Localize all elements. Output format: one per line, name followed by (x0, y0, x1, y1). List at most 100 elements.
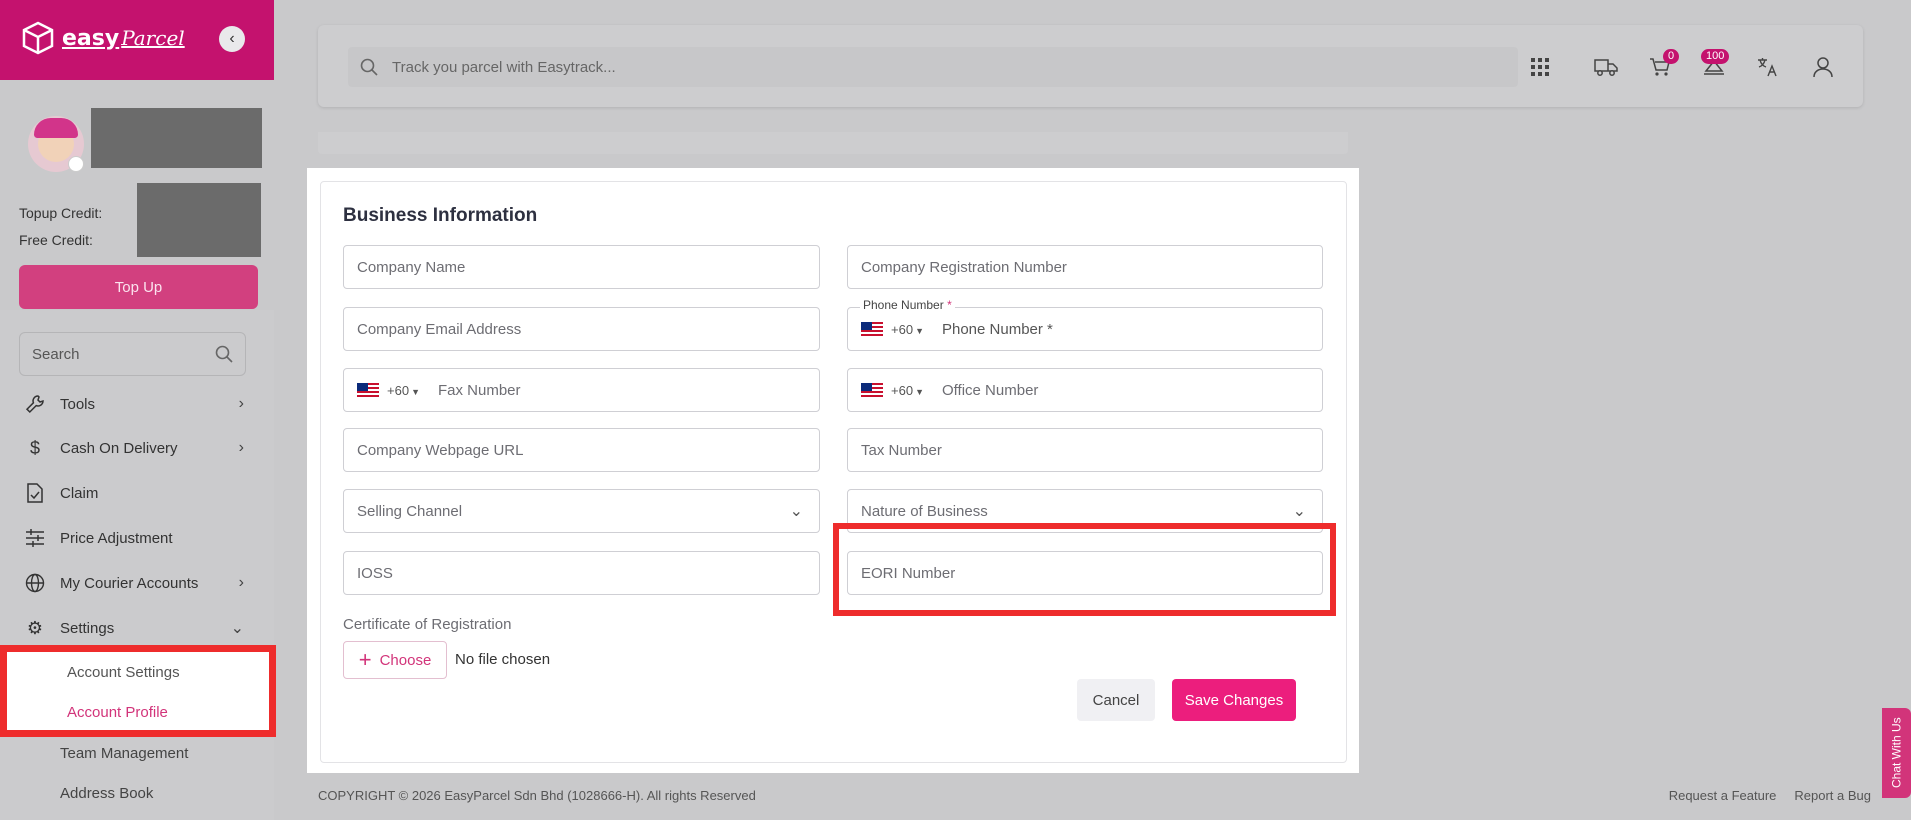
office-number-input[interactable]: +60 ▼ Office Number (847, 368, 1323, 412)
country-code-select[interactable]: +60 ▼ (891, 383, 924, 398)
malaysia-flag-icon (861, 322, 883, 336)
sidebar-header: easy Parcel ‹ (0, 0, 274, 80)
chevron-left-icon: ‹ (229, 30, 235, 47)
collapse-sidebar-button[interactable]: ‹ (219, 26, 245, 52)
avatar-hat (34, 118, 78, 138)
sidebar-item-account-settings[interactable]: Account Settings (67, 664, 180, 681)
collapsed-section-strip (318, 132, 1348, 154)
sidebar-item-label: Tools (60, 395, 96, 413)
caret-down-icon: ▼ (411, 386, 420, 397)
company-webpage-input[interactable]: Company Webpage URL (343, 428, 820, 472)
chevron-down-icon: ⌄ (230, 620, 244, 637)
choose-file-label: Choose (379, 651, 432, 669)
brand-name: easy (62, 25, 120, 51)
request-feature-link[interactable]: Request a Feature (1669, 788, 1777, 803)
cube-logo-icon (22, 21, 54, 55)
sidebar-item-claim[interactable]: Claim (0, 473, 274, 513)
company-email-input[interactable]: Company Email Address (343, 307, 820, 351)
country-code-select[interactable]: +60 ▼ (891, 322, 924, 337)
tax-number-input[interactable]: Tax Number (847, 428, 1323, 472)
search-icon (215, 345, 233, 363)
footer-links: Request a Feature Report a Bug (1669, 788, 1871, 803)
country-code-select[interactable]: +60 ▼ (387, 383, 420, 398)
fax-number-input[interactable]: +60 ▼ Fax Number (343, 368, 820, 412)
selling-channel-select[interactable]: Selling Channel ⌄ (343, 489, 820, 533)
chevron-right-icon: › (238, 439, 244, 456)
ioss-placeholder: IOSS (357, 564, 393, 582)
selling-channel-placeholder: Selling Channel (357, 502, 463, 520)
chevron-down-icon: ⌄ (1292, 503, 1306, 520)
company-registration-input[interactable]: Company Registration Number (847, 245, 1323, 289)
track-search-placeholder: Track you parcel with Easytrack... (392, 58, 616, 76)
sidebar-item-my-courier-accounts[interactable]: My Courier Accounts › (0, 563, 274, 603)
notification-badge: 100 (1701, 49, 1730, 64)
wrench-icon (24, 393, 46, 415)
plus-icon: + (358, 647, 372, 672)
sidebar-item-account-profile[interactable]: Account Profile (67, 704, 168, 721)
chevron-right-icon: › (238, 395, 244, 412)
report-bug-link[interactable]: Report a Bug (1794, 788, 1871, 803)
sidebar-item-label: Settings (60, 619, 115, 637)
file-status-text: No file chosen (455, 651, 551, 668)
track-search-input[interactable]: Track you parcel with Easytrack... (348, 47, 1518, 87)
phone-number-label: Phone Number * (860, 298, 955, 312)
sidebar-item-label: Claim (60, 484, 99, 502)
topup-credit-label: Topup Credit: (19, 205, 103, 221)
gear-icon: ⚙ (26, 617, 44, 638)
company-registration-placeholder: Company Registration Number (861, 258, 1067, 276)
footer-copyright: COPYRIGHT © 2026 EasyParcel Sdn Bhd (102… (318, 788, 756, 803)
sidebar-item-settings[interactable]: ⚙ Settings ⌄ (0, 608, 274, 648)
caret-down-icon: ▼ (915, 386, 924, 397)
flag-icon (68, 156, 84, 172)
phone-number-placeholder: Phone Number * (941, 320, 1053, 338)
nature-of-business-placeholder: Nature of Business (861, 502, 988, 520)
malaysia-flag-icon (357, 383, 379, 397)
logo[interactable]: easy Parcel (20, 20, 185, 56)
sidebar-item-tools[interactable]: Tools › (0, 384, 274, 424)
sidebar-item-price-adjustment[interactable]: Price Adjustment (0, 518, 274, 558)
sliders-icon (24, 527, 46, 549)
office-number-placeholder: Office Number (941, 381, 1039, 399)
dollar-icon: $ (29, 437, 40, 458)
caret-down-icon: ▼ (915, 325, 924, 336)
apps-grid-icon[interactable] (1526, 53, 1554, 81)
profile-area: Topup Credit: Free Credit: Top Up (0, 80, 274, 310)
company-name-placeholder: Company Name (357, 258, 466, 276)
topup-button[interactable]: Top Up (19, 265, 258, 309)
sidebar-search-placeholder: Search (32, 345, 80, 363)
certificate-label: Certificate of Registration (343, 616, 512, 633)
translate-icon[interactable] (1754, 53, 1782, 81)
fax-number-placeholder: Fax Number (437, 381, 521, 399)
document-check-icon (24, 482, 46, 504)
sidebar-item-cash-on-delivery[interactable]: $ Cash On Delivery › (0, 428, 274, 468)
redacted-name (91, 108, 262, 168)
globe-icon (24, 572, 46, 594)
credit-labels: Topup Credit: Free Credit: (19, 200, 102, 254)
ioss-input[interactable]: IOSS (343, 551, 820, 595)
chevron-down-icon: ⌄ (789, 503, 803, 520)
company-webpage-placeholder: Company Webpage URL (357, 441, 524, 459)
section-title: Business Information (343, 205, 538, 226)
company-name-input[interactable]: Company Name (343, 245, 820, 289)
choose-file-button[interactable]: + Choose (343, 641, 447, 679)
cancel-button[interactable]: Cancel (1077, 679, 1155, 721)
chevron-right-icon: › (238, 574, 244, 591)
sidebar: easy Parcel ‹ Topup Credit: Free Credit:… (0, 0, 276, 820)
free-credit-label: Free Credit: (19, 232, 93, 248)
tax-number-placeholder: Tax Number (861, 441, 942, 459)
user-icon[interactable] (1809, 53, 1837, 81)
chat-with-us-tab[interactable]: Chat With Us (1882, 708, 1911, 798)
cart-badge: 0 (1663, 49, 1680, 64)
redacted-credit (137, 183, 261, 257)
sidebar-item-label: Price Adjustment (60, 529, 173, 547)
save-changes-button[interactable]: Save Changes (1172, 679, 1296, 721)
phone-number-input[interactable]: +60 ▼ Phone Number * (847, 307, 1323, 351)
topbar: Track you parcel with Easytrack... 0 100 (318, 25, 1863, 107)
sidebar-item-label: Cash On Delivery (60, 439, 178, 457)
truck-icon[interactable] (1592, 53, 1620, 81)
sidebar-item-team-management[interactable]: Team Management (60, 745, 188, 762)
eori-highlight-box (833, 523, 1336, 616)
sidebar-search-input[interactable]: Search (19, 332, 246, 376)
malaysia-flag-icon (861, 383, 883, 397)
sidebar-item-address-book[interactable]: Address Book (60, 785, 153, 802)
